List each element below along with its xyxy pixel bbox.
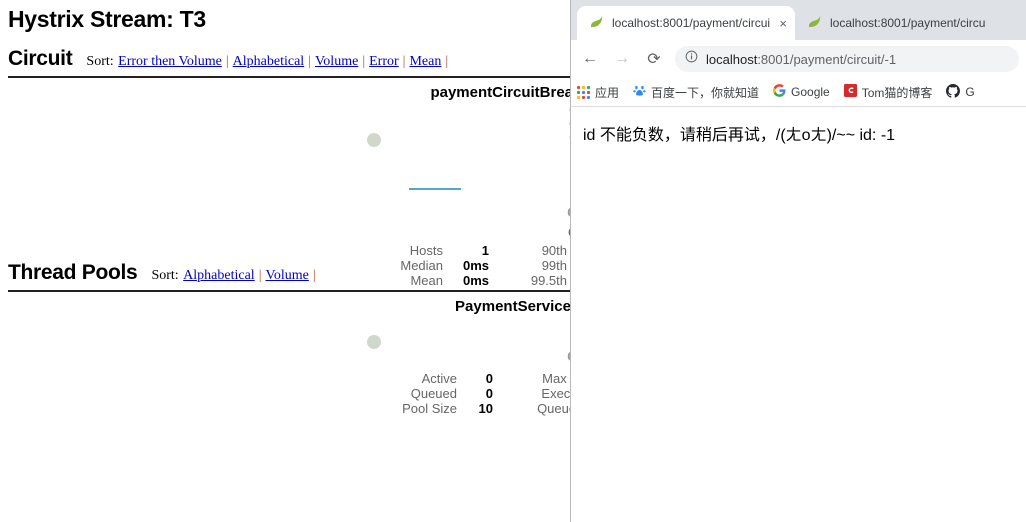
stat-label-90th: 90th: [541, 243, 567, 258]
spring-leaf-icon: [807, 14, 822, 32]
tp-label-pool-size: Pool Size: [402, 401, 457, 416]
info-circle-icon[interactable]: [685, 50, 698, 68]
bookmark-github-label: G: [965, 85, 975, 99]
threadpools-sort-bar: Sort: Alphabetical | Volume |: [151, 268, 316, 283]
apps-grid-icon: [577, 85, 590, 99]
bookmark-baidu-label: 百度一下，你就知道: [651, 85, 760, 100]
address-bar[interactable]: localhost:8001/payment/circuit/-1: [675, 46, 1019, 72]
circuit-sparkline: [409, 188, 461, 190]
sort-error-then-volume[interactable]: Error then Volume: [118, 54, 222, 69]
browser-window: localhost:8001/payment/circui × localhos…: [570, 0, 1026, 522]
stat-value-hosts: 1: [481, 243, 489, 258]
url-path: :8001/payment/circuit/-1: [757, 51, 897, 67]
tp-sort-label: Sort:: [151, 268, 179, 283]
error-message: id 不能负数，请稍后再试，/(ㄤoㄤ)/~~ id: -1: [583, 127, 896, 144]
spring-leaf-icon: [589, 14, 604, 32]
tab-strip: localhost:8001/payment/circui × localhos…: [571, 0, 1026, 40]
url-host: localhost: [706, 51, 758, 67]
stat-label-hosts: Hosts: [409, 243, 443, 258]
sort-mean[interactable]: Mean: [409, 54, 441, 69]
stat-label-median: Median: [400, 258, 443, 273]
circuit-activity-marker: [367, 133, 381, 147]
browser-tab-1[interactable]: localhost:8001/payment/circui ×: [577, 6, 795, 40]
stat-label-mean: Mean: [410, 273, 443, 288]
stat-label-99th: 99th: [541, 258, 567, 273]
forward-icon[interactable]: →: [611, 48, 633, 70]
tp-sort-volume[interactable]: Volume: [266, 268, 309, 283]
tp-value-active: 0: [485, 371, 493, 386]
bookmark-tom-blog-label: Tom猫的博客: [861, 85, 933, 100]
bookmark-apps-label: 应用: [595, 85, 620, 100]
google-g-icon: [773, 84, 786, 100]
github-icon: [946, 83, 961, 101]
bookmark-google[interactable]: Google: [773, 84, 830, 100]
bookmarks-bar: 应用 百度一下，你就知道 Google Tom猫的博客 G: [571, 78, 1026, 107]
threadpool-activity-marker: [367, 335, 381, 349]
csdn-c-icon: [843, 84, 857, 100]
back-icon[interactable]: ←: [579, 48, 601, 70]
tp-value-pool-size: 10: [478, 401, 493, 416]
browser-tab-1-title: localhost:8001/payment/circui: [612, 16, 771, 30]
bookmark-tom-blog[interactable]: Tom猫的博客: [843, 84, 933, 101]
browser-tab-2-title: localhost:8001/payment/circu: [830, 16, 986, 30]
tp-label-queued: Queued: [410, 386, 457, 401]
tp-value-queued: 0: [485, 386, 493, 401]
stat-value-median: 0ms: [462, 258, 489, 273]
sort-label: Sort:: [86, 54, 114, 69]
browser-toolbar: ← → ⟳ localhost:8001/payment/circuit/-1: [571, 40, 1026, 78]
bookmark-github[interactable]: G: [946, 83, 975, 101]
tp-sort-alphabetical[interactable]: Alphabetical: [183, 268, 255, 283]
close-icon[interactable]: ×: [779, 17, 787, 30]
baidu-paw-icon: [633, 84, 646, 100]
page-viewport: id 不能负数，请稍后再试，/(ㄤoㄤ)/~~ id: -1 CSDN @zha…: [571, 107, 1026, 522]
browser-tab-2[interactable]: localhost:8001/payment/circu: [795, 6, 1015, 40]
bookmark-apps[interactable]: 应用: [577, 84, 619, 101]
stat-label-995th: 99.5th: [530, 273, 567, 288]
reload-icon[interactable]: ⟳: [643, 48, 665, 70]
threadpools-heading: Thread Pools: [8, 261, 138, 284]
stat-value-mean: 0ms: [462, 273, 489, 288]
bookmark-baidu[interactable]: 百度一下，你就知道: [633, 84, 759, 101]
circuit-heading: Circuit: [8, 47, 73, 70]
sort-error[interactable]: Error: [369, 54, 399, 69]
bookmark-google-label: Google: [791, 85, 830, 99]
address-bar-url: localhost:8001/payment/circuit/-1: [706, 52, 896, 67]
sort-alphabetical[interactable]: Alphabetical: [233, 54, 305, 69]
sort-volume[interactable]: Volume: [315, 54, 358, 69]
circuit-sort-bar: Sort: Error then Volume | Alphabetical | Vol…: [86, 54, 449, 69]
tp-label-active: Active: [421, 371, 457, 386]
